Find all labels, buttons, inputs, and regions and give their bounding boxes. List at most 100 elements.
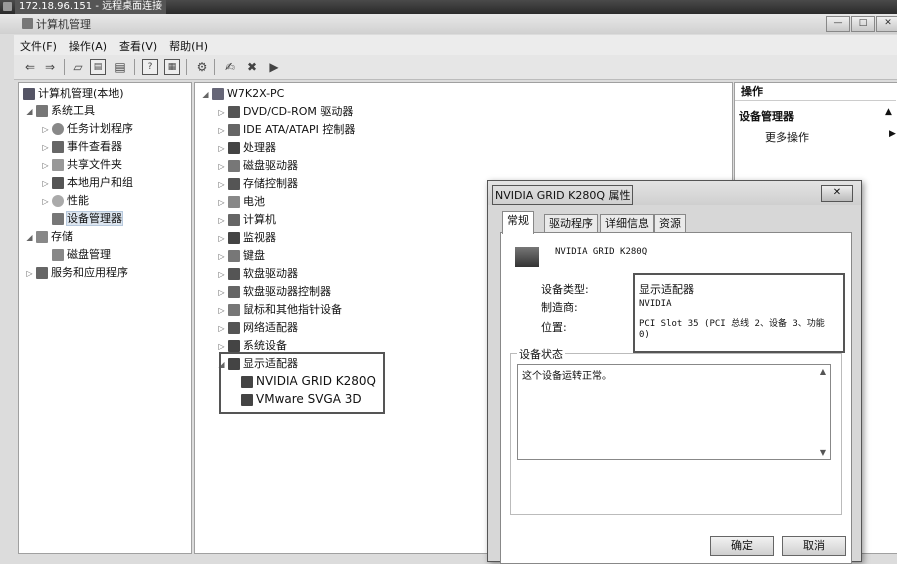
forward-icon[interactable]: ⇒ — [42, 59, 58, 75]
maximize-button[interactable]: □ — [851, 16, 875, 32]
expand-icon[interactable]: ▷ — [217, 176, 226, 193]
actions-section-device-manager[interactable]: 设备管理器 — [739, 108, 794, 124]
collapse-icon[interactable]: ◢ — [25, 229, 34, 246]
cancel-button[interactable]: 取消 — [782, 536, 846, 556]
collapse-icon[interactable]: ◢ — [201, 86, 210, 103]
expand-icon[interactable]: ▷ — [217, 158, 226, 175]
back-icon[interactable]: ⇐ — [22, 59, 38, 75]
shared-folder-icon — [52, 159, 64, 171]
device-category-icon — [228, 340, 240, 352]
device-category-icon — [228, 160, 240, 172]
device-category[interactable]: ▷ 监视器 — [217, 229, 276, 246]
device-status-text: 这个设备运转正常。 — [522, 371, 612, 382]
expand-icon[interactable]: ▷ — [217, 230, 226, 247]
remote-desktop-titlebar: 172.18.96.151 - 远程桌面连接 — [0, 0, 897, 14]
ok-button[interactable]: 确定 — [710, 536, 774, 556]
expand-icon[interactable]: ▷ — [41, 193, 50, 210]
uninstall-device-icon[interactable]: ✖ — [244, 59, 260, 75]
expand-icon[interactable]: ▷ — [41, 157, 50, 174]
tree-disk-management[interactable]: 磁盘管理 — [50, 246, 111, 263]
tab-general[interactable]: 常规 — [502, 211, 534, 234]
menu-view[interactable]: 查看(V) — [113, 35, 163, 57]
device-category[interactable]: ▷ 计算机 — [217, 211, 276, 228]
tree-shared-folders[interactable]: ▷ 共享文件夹 — [41, 156, 122, 173]
device-category[interactable]: ▷ 键盘 — [217, 247, 265, 264]
device-category[interactable]: ▷ 软盘驱动器控制器 — [217, 283, 331, 300]
expand-icon[interactable]: ▷ — [41, 139, 50, 156]
expand-icon[interactable]: ▷ — [217, 212, 226, 229]
device-category[interactable]: ▷ IDE ATA/ATAPI 控制器 — [217, 121, 355, 138]
help-icon[interactable]: ? — [142, 59, 158, 75]
menu-file[interactable]: 文件(F) — [14, 35, 63, 57]
scroll-up-icon[interactable]: ▲ — [820, 367, 826, 376]
tree-performance[interactable]: ▷ 性能 — [41, 192, 89, 209]
device-category-label: 软盘驱动器 — [243, 267, 298, 280]
tree-event-viewer[interactable]: ▷ 事件查看器 — [41, 138, 122, 155]
tab-details[interactable]: 详细信息 — [600, 214, 654, 233]
expand-icon[interactable]: ▷ — [25, 265, 34, 282]
minimize-button[interactable]: — — [826, 16, 850, 32]
device-category-icon — [228, 322, 240, 334]
expand-icon[interactable]: ▷ — [217, 320, 226, 337]
expand-icon[interactable]: ▷ — [217, 122, 226, 139]
expand-icon[interactable]: ▷ — [217, 140, 226, 157]
device-category[interactable]: ▷ 处理器 — [217, 139, 276, 156]
tab-driver[interactable]: 驱动程序 — [544, 214, 598, 233]
manufacturer-label: 制造商: — [541, 301, 578, 314]
device-category[interactable]: ▷ 存储控制器 — [217, 175, 298, 192]
device-category[interactable]: ▷ 鼠标和其他指针设备 — [217, 301, 342, 318]
show-hide-tree-icon[interactable]: ▤ — [90, 59, 106, 75]
collapse-icon[interactable]: ◢ — [25, 103, 34, 120]
enable-device-icon[interactable]: ▶ — [266, 59, 282, 75]
up-folder-icon[interactable]: ▱ — [70, 59, 86, 75]
disk-icon — [52, 249, 64, 261]
tree-device-manager[interactable]: 设备管理器 — [50, 210, 123, 227]
tree-services[interactable]: ▷ 服务和应用程序 — [25, 264, 128, 281]
expand-icon[interactable]: ▷ — [217, 284, 226, 301]
expand-icon[interactable]: ▷ — [217, 104, 226, 121]
device-tree-computer[interactable]: ◢ W7K2X-PC — [201, 85, 284, 102]
properties-icon[interactable]: ▤ — [112, 59, 128, 75]
general-tab-panel: NVIDIA GRID K280Q 设备类型: 制造商: 位置: 显示适配器 N… — [500, 232, 852, 564]
device-category[interactable]: ▷ 软盘驱动器 — [217, 265, 298, 282]
scan-hardware-icon[interactable]: ⚙ — [194, 59, 210, 75]
tree-root[interactable]: 计算机管理(本地) — [21, 85, 124, 102]
device-category[interactable]: ▷ DVD/CD-ROM 驱动器 — [217, 103, 353, 120]
expand-icon[interactable]: ▷ — [217, 248, 226, 265]
device-status-textbox[interactable]: 这个设备运转正常。 ▲ ▼ — [517, 364, 831, 460]
expand-icon[interactable]: ▷ — [217, 302, 226, 319]
action-pane-icon[interactable]: ▦ — [164, 59, 180, 75]
toolbar-separator — [214, 59, 215, 75]
collapse-up-icon[interactable]: ▲ — [885, 107, 892, 117]
device-category[interactable]: ▷ 电池 — [217, 193, 265, 210]
dialog-close-button[interactable]: ✕ — [821, 185, 853, 202]
expand-icon[interactable]: ▷ — [217, 194, 226, 211]
device-category-icon — [228, 142, 240, 154]
window-title: 计算机管理 — [36, 18, 91, 31]
device-category[interactable]: ▷ 磁盘驱动器 — [217, 157, 298, 174]
scroll-down-icon[interactable]: ▼ — [820, 448, 826, 457]
tree-system-tools[interactable]: ◢ 系统工具 — [25, 102, 95, 119]
tab-resources[interactable]: 资源 — [654, 214, 686, 233]
more-actions[interactable]: 更多操作 — [765, 129, 809, 145]
chevron-right-icon[interactable]: ▶ — [889, 129, 896, 139]
tree-event-viewer-label: 事件查看器 — [67, 140, 122, 153]
expand-icon[interactable]: ▷ — [217, 266, 226, 283]
tree-storage[interactable]: ◢ 存储 — [25, 228, 73, 245]
device-manager-icon — [52, 213, 64, 225]
expand-icon[interactable]: ▷ — [41, 121, 50, 138]
tree-task-scheduler[interactable]: ▷ 任务计划程序 — [41, 120, 133, 137]
menu-action[interactable]: 操作(A) — [63, 35, 113, 57]
tree-local-users[interactable]: ▷ 本地用户和组 — [41, 174, 133, 191]
menu-help[interactable]: 帮助(H) — [163, 35, 214, 57]
tree-disk-management-label: 磁盘管理 — [67, 248, 111, 261]
device-category[interactable]: ▷ 网络适配器 — [217, 319, 298, 336]
computer-management-icon — [22, 18, 33, 29]
close-button[interactable]: ✕ — [876, 16, 897, 32]
computer-icon — [212, 88, 224, 100]
system-tools-icon — [36, 105, 48, 117]
update-driver-icon[interactable]: ✍ — [222, 59, 238, 75]
expand-icon[interactable]: ▷ — [41, 175, 50, 192]
device-category-label: 处理器 — [243, 141, 276, 154]
device-category-label: 电池 — [243, 195, 265, 208]
